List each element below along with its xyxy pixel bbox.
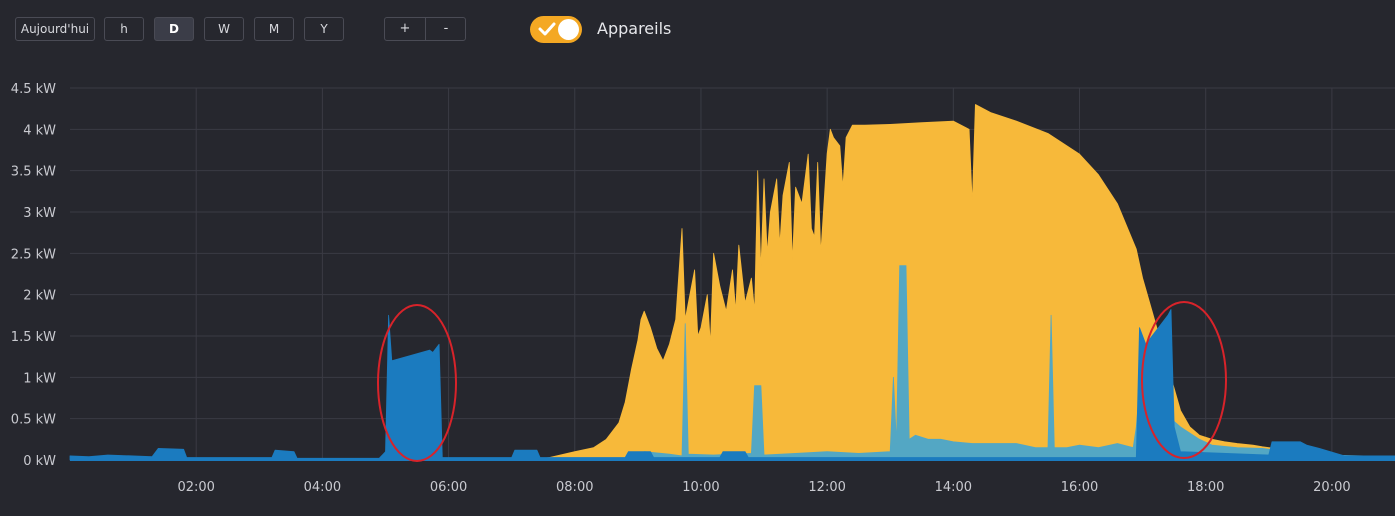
y-tick-label: 1.5 kW [11,330,56,345]
x-tick-label: 08:00 [556,480,593,495]
y-tick-label: 4 kW [23,123,56,138]
y-tick-label: 4.5 kW [11,82,56,97]
y-tick-label: 2 kW [23,289,56,304]
x-axis: 02:00 04:00 06:00 08:00 10:00 12:00 14:00 16:00… [177,480,1350,495]
x-tick-label: 12:00 [808,480,845,495]
x-tick-label: 16:00 [1061,480,1098,495]
x-tick-label: 14:00 [935,480,972,495]
y-tick-label: 3 kW [23,206,56,221]
x-tick-label: 02:00 [177,480,214,495]
y-tick-label: 3.5 kW [11,165,56,180]
y-tick-label: 0 kW [23,454,56,469]
y-axis: 0 kW 0.5 kW 1 kW 1.5 kW 2 kW 2.5 kW 3 kW 3.5 kW… [11,82,56,469]
x-tick-label: 18:00 [1187,480,1224,495]
y-tick-label: 1 kW [23,371,56,386]
y-tick-label: 0.5 kW [11,413,56,428]
power-chart: 0 kW 0.5 kW 1 kW 1.5 kW 2 kW 2.5 kW 3 kW 3.5 kW… [11,82,1395,495]
x-tick-label: 06:00 [430,480,467,495]
x-tick-label: 04:00 [304,480,341,495]
x-tick-label: 10:00 [682,480,719,495]
y-tick-label: 2.5 kW [11,247,56,262]
x-tick-label: 20:00 [1313,480,1350,495]
